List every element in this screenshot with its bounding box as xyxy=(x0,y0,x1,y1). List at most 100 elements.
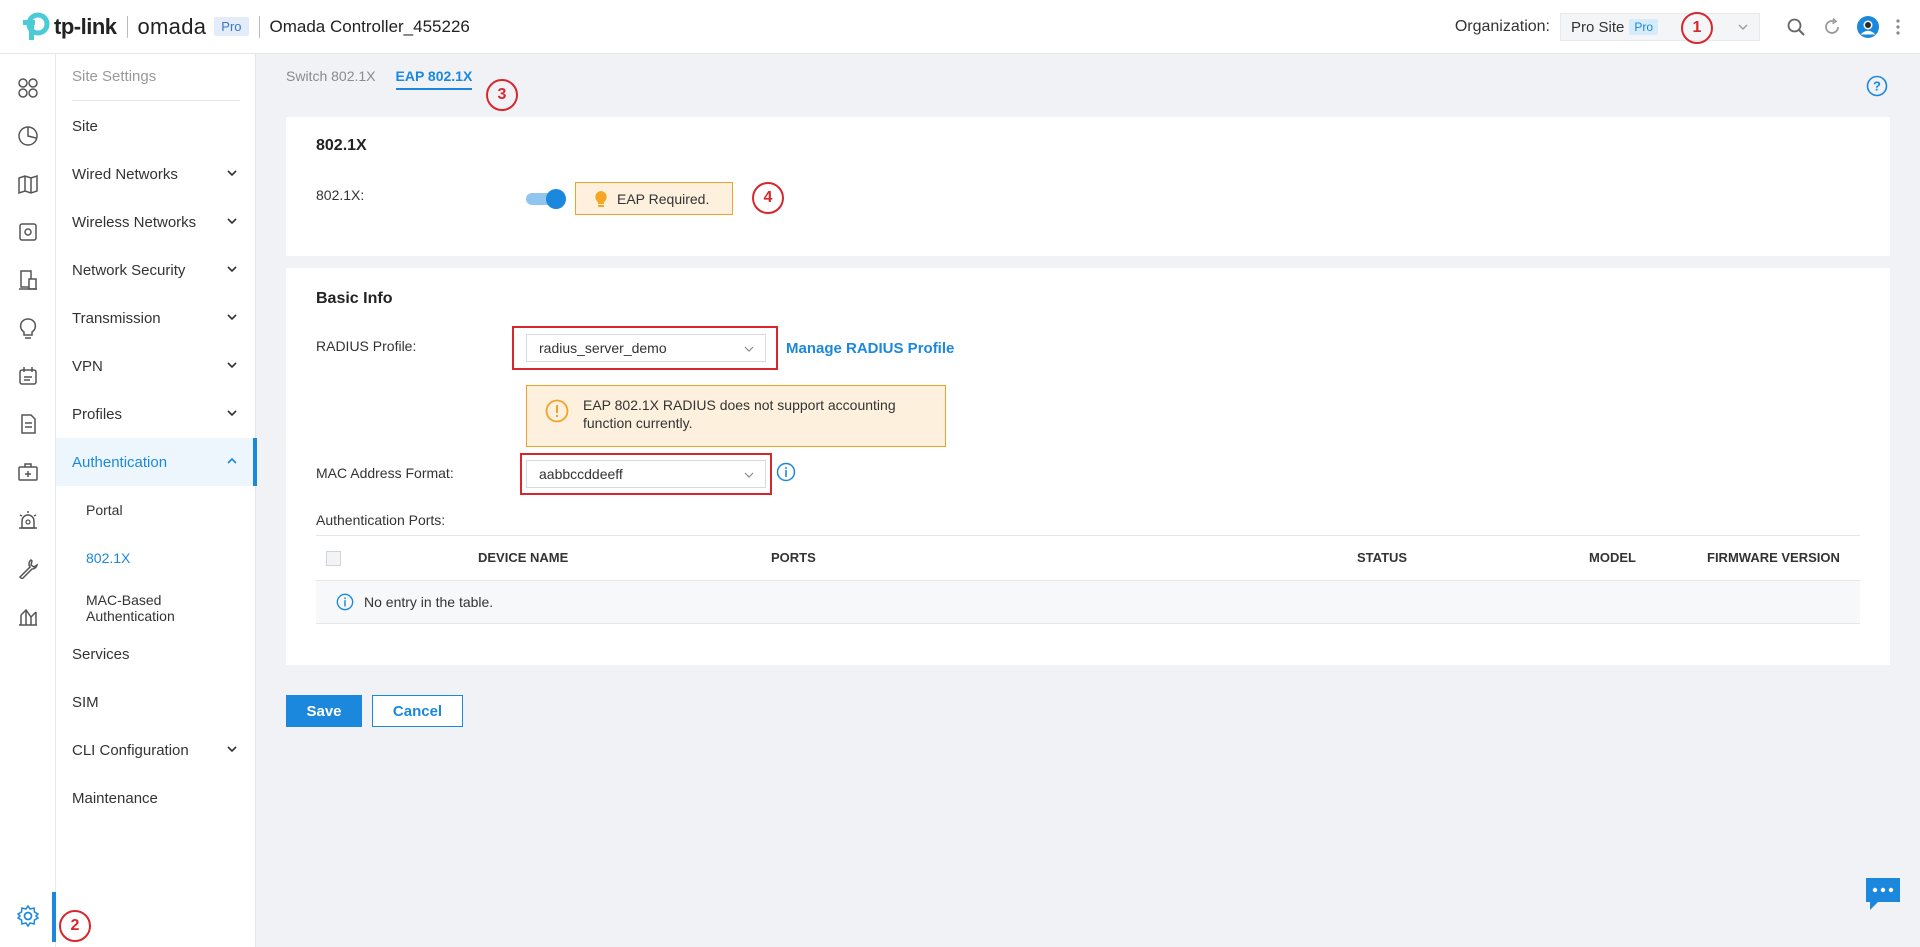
sidebar-item-transmission[interactable]: Transmission xyxy=(56,294,256,342)
rail-analytics[interactable] xyxy=(14,602,42,630)
tp-link-logo-icon xyxy=(23,12,50,40)
sidebar-item-vpn[interactable]: VPN xyxy=(56,342,256,390)
chevron-down-icon xyxy=(227,410,237,417)
top-bar: tp-link omada Pro Omada Controller_45522… xyxy=(0,0,1920,54)
tab-switch-8021x[interactable]: Switch 802.1X xyxy=(286,68,376,90)
table-empty-row: No entry in the table. xyxy=(316,581,1860,624)
devices-icon xyxy=(19,223,37,241)
sidebar-item-label: Wireless Networks xyxy=(72,213,197,231)
rail-tools[interactable] xyxy=(14,554,42,582)
chat-icon[interactable] xyxy=(1864,876,1902,912)
sidebar-item-label: VPN xyxy=(72,357,103,375)
refresh-button[interactable] xyxy=(1814,0,1850,54)
mac-address-format-select[interactable]: aabbccddeeff xyxy=(526,460,766,488)
select-all-checkbox[interactable] xyxy=(326,551,341,566)
info-icon[interactable] xyxy=(776,462,796,482)
sidebar-item-authentication[interactable]: Authentication xyxy=(56,438,257,486)
section-basic-info: Basic Info RADIUS Profile: radius_server… xyxy=(286,268,1890,665)
chevron-down-icon xyxy=(227,314,237,321)
clients-icon xyxy=(19,270,37,290)
sidebar-item-services[interactable]: Services xyxy=(56,630,256,678)
rail-devices[interactable] xyxy=(14,218,42,246)
site-settings-menu: Site Settings Site Wired Networks Wirele… xyxy=(56,54,257,947)
sidebar-item-wireless-networks[interactable]: Wireless Networks xyxy=(56,198,256,246)
chevron-down-icon xyxy=(744,346,754,352)
sidebar-item-label: CLI Configuration xyxy=(72,741,189,759)
organization-pro-badge: Pro xyxy=(1629,19,1659,35)
section-8021x-title: 802.1X xyxy=(316,137,367,154)
site-settings-header: Site Settings xyxy=(72,68,157,85)
map-icon xyxy=(18,174,38,195)
rail-clients[interactable] xyxy=(14,266,42,294)
sidebar-item-label: SIM xyxy=(72,693,99,711)
sidebar-item-site[interactable]: Site xyxy=(56,102,256,150)
help-icon[interactable]: ? xyxy=(1866,75,1888,97)
tab-eap-8021x[interactable]: EAP 802.1X xyxy=(395,68,473,90)
sidebar-item-label: Profiles xyxy=(72,405,123,423)
rail-report[interactable] xyxy=(14,410,42,438)
sidebar-item-wired-networks[interactable]: Wired Networks xyxy=(56,150,256,198)
controller-title: Omada Controller_455226 xyxy=(269,16,470,36)
mac-address-format-value: aabbccddeeff xyxy=(539,466,623,482)
authentication-ports-label: Authentication Ports: xyxy=(316,512,446,528)
alerts-icon xyxy=(19,511,37,529)
rail-settings[interactable] xyxy=(14,902,42,930)
chevron-down-icon xyxy=(227,170,237,177)
sidebar-item-sim[interactable]: SIM xyxy=(56,678,256,726)
sidebar-subitem-label: Portal xyxy=(86,502,123,518)
sidebar-item-profiles[interactable]: Profiles xyxy=(56,390,256,438)
rail-map[interactable] xyxy=(14,170,42,198)
basic-info-title: Basic Info xyxy=(316,290,393,307)
chevron-down-icon xyxy=(227,218,237,225)
sidebar-subitem-label: MAC-Based Authentication xyxy=(86,592,175,624)
radius-profile-select[interactable]: radius_server_demo xyxy=(526,334,766,362)
organization-select[interactable]: Pro Site Pro xyxy=(1560,13,1760,41)
chevron-up-icon xyxy=(227,457,237,464)
pro-badge: Pro xyxy=(214,17,249,36)
rail-alerts[interactable] xyxy=(14,506,42,534)
eap-required-text: EAP Required. xyxy=(617,190,710,207)
cancel-button[interactable]: Cancel xyxy=(372,695,463,727)
radius-accounting-warning: EAP 802.1X RADIUS does not support accou… xyxy=(526,385,946,447)
organization-value: Pro Site xyxy=(1571,18,1625,36)
brand-divider xyxy=(126,15,128,38)
sidebar-subitem-mac-based-authentication[interactable]: MAC-Based Authentication xyxy=(56,582,256,634)
chevron-down-icon xyxy=(227,362,237,369)
sidebar-item-label: Network Security xyxy=(72,261,186,279)
sidebar-item-cli-configuration[interactable]: CLI Configuration xyxy=(56,726,256,774)
rail-logs[interactable] xyxy=(14,362,42,390)
rail-insights[interactable] xyxy=(14,314,42,342)
rail-dashboard[interactable] xyxy=(14,74,42,102)
radius-profile-value: radius_server_demo xyxy=(539,340,667,356)
user-avatar-icon xyxy=(1857,16,1879,38)
brand: tp-link omada Pro Omada Controller_45522… xyxy=(0,0,470,53)
rail-statistics[interactable] xyxy=(14,122,42,150)
rail-toolbox[interactable] xyxy=(14,458,42,486)
dashboard-icon xyxy=(18,78,38,98)
tp-link-logo[interactable]: tp-link xyxy=(20,12,117,42)
sidebar-item-label: Authentication xyxy=(72,453,168,471)
search-button[interactable] xyxy=(1778,0,1814,54)
user-button[interactable] xyxy=(1850,0,1886,54)
column-firmware-version: FIRMWARE VERSION xyxy=(1707,550,1840,565)
sidebar-item-maintenance[interactable]: Maintenance xyxy=(56,774,256,822)
section-8021x: 802.1X 802.1X: EAP Required. xyxy=(286,117,1890,256)
insights-icon xyxy=(19,318,37,339)
sidebar-subitem-label: 802.1X xyxy=(86,550,131,566)
statistics-icon xyxy=(18,126,38,146)
sidebar-item-network-security[interactable]: Network Security xyxy=(56,246,256,294)
report-icon xyxy=(21,414,36,434)
column-ports: PORTS xyxy=(771,550,816,565)
8021x-toggle[interactable] xyxy=(526,189,566,209)
sidebar-subitem-portal[interactable]: Portal xyxy=(56,486,256,534)
mac-address-format-label: MAC Address Format: xyxy=(316,465,454,481)
more-button[interactable] xyxy=(1886,0,1910,54)
sidebar-subitem-8021x[interactable]: 802.1X xyxy=(56,534,256,582)
save-button[interactable]: Save xyxy=(286,695,362,727)
eap-required-tip: EAP Required. xyxy=(575,182,733,215)
more-icon xyxy=(1896,19,1900,35)
manage-radius-profile-link[interactable]: Manage RADIUS Profile xyxy=(786,340,954,357)
chevron-down-icon xyxy=(1738,24,1748,30)
info-icon xyxy=(336,593,354,611)
radius-warning-text: EAP 802.1X RADIUS does not support accou… xyxy=(583,397,896,431)
